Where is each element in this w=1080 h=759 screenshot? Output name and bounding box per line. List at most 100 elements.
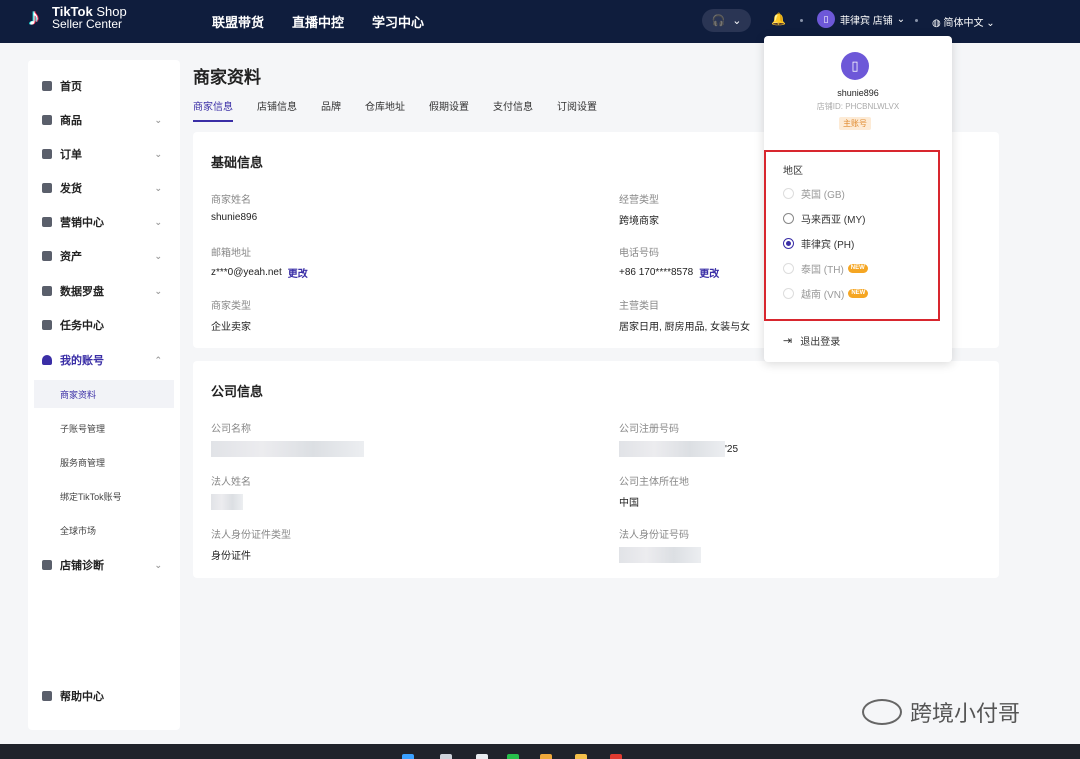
medal-icon	[42, 320, 52, 330]
field-label: 法人身份证号码	[619, 530, 689, 541]
phone-field: 电话号码 +86 170****8578 更改	[619, 244, 719, 280]
task-view-icon[interactable]	[476, 754, 488, 759]
sidebar-item-label: 帮助中心	[60, 691, 104, 703]
email-field: 邮箱地址 z***0@yeah.net 更改	[211, 244, 308, 280]
sidebar-item-data-compass[interactable]: 数据罗盘 ⌄	[28, 280, 180, 302]
sidebar-item-label: 店铺诊断	[60, 560, 104, 572]
field-label: 电话号码	[619, 248, 659, 259]
sidebar-item-home[interactable]: 首页	[28, 75, 180, 97]
tab-brand[interactable]: 品牌	[321, 98, 341, 122]
sidebar-item-marketing[interactable]: 营销中心 ⌄	[28, 211, 180, 233]
app-icon[interactable]	[540, 754, 552, 759]
basic-info-title: 基础信息	[211, 155, 264, 170]
region-label: 越南 (VN)	[801, 290, 845, 301]
tiktok-shop-logo[interactable]: ♪ ♪ ♪ TikTok Shop Seller Center	[26, 4, 127, 31]
sidebar-item-label: 订单	[60, 149, 82, 161]
region-option-my[interactable]: 马来西亚 (MY)	[783, 211, 865, 226]
tab-shop-info[interactable]: 店铺信息	[257, 98, 297, 122]
truck-icon	[42, 183, 52, 193]
tab-holiday[interactable]: 假期设置	[429, 98, 469, 122]
diagnosis-icon	[42, 560, 52, 570]
chat-app-icon[interactable]	[507, 754, 519, 759]
shop-avatar-icon: ▯	[817, 10, 835, 28]
region-option-gb[interactable]: 英国 (GB)	[783, 186, 845, 201]
region-label: 泰国 (TH)	[801, 265, 844, 276]
field-label: 公司主体所在地	[619, 477, 689, 488]
edit-email-link[interactable]: 更改	[288, 265, 308, 280]
field-label: 法人姓名	[211, 477, 251, 488]
topnav-affiliate[interactable]: 联盟带货	[212, 12, 264, 31]
sidebar-item-shop-diagnosis[interactable]: 店铺诊断 ⌄	[28, 554, 180, 576]
sidebar-item-my-account[interactable]: 我的账号 ⌃	[28, 349, 180, 371]
company-name-field: 公司名称	[211, 420, 364, 457]
field-label: 商家姓名	[211, 195, 251, 206]
region-option-ph[interactable]: 菲律宾 (PH)	[783, 236, 854, 251]
sidebar-item-label: 商品	[60, 115, 82, 127]
field-label: 经营类型	[619, 195, 659, 206]
sidebar: 首页 商品 ⌄ 订单 ⌄ 发货 ⌄ 营销中心 ⌄ 资产 ⌄ 数据罗盘 ⌄ 任务中心 我的账号…	[28, 60, 180, 730]
wechat-icon	[862, 699, 902, 725]
company-info-card: 公司信息 公司名称 公司注册号码 '25 法人姓名 公司主体所在地 中国 法人身…	[193, 361, 999, 578]
sidebar-item-label: 数据罗盘	[60, 286, 104, 298]
divider-dot	[800, 19, 803, 22]
sidebar-subitem-merchant-profile[interactable]: 商家资料	[34, 380, 174, 408]
tab-payment[interactable]: 支付信息	[493, 98, 533, 122]
tab-subscription[interactable]: 订阅设置	[557, 98, 597, 122]
sidebar-item-label: 资产	[60, 251, 82, 263]
support-button[interactable]: 🎧 ⌄	[702, 9, 751, 32]
business-type-field: 经营类型 跨境商家	[619, 191, 659, 227]
region-label: 英国 (GB)	[801, 190, 845, 201]
company-reg-number-field: 公司注册号码 '25	[619, 420, 738, 457]
app-icon[interactable]	[610, 754, 622, 759]
sidebar-subitem-bind-tiktok[interactable]: 绑定TikTok账号	[34, 482, 174, 510]
chevron-down-icon: ⌄	[896, 13, 906, 25]
shop-switcher[interactable]: ▯ 菲律宾 店铺 ⌄	[817, 10, 905, 28]
folder-icon[interactable]	[575, 754, 587, 759]
id-number-field: 法人身份证号码	[619, 526, 701, 563]
search-icon[interactable]	[440, 754, 452, 759]
sidebar-item-products[interactable]: 商品 ⌄	[28, 109, 180, 131]
region-option-th[interactable]: 泰国 (TH) NEW	[783, 261, 868, 276]
watermark: 跨境小付哥	[862, 696, 1020, 728]
tab-merchant-info[interactable]: 商家信息	[193, 98, 233, 122]
radio-icon	[783, 188, 794, 199]
popup-username: shunie896	[837, 88, 879, 98]
chevron-down-icon: ⌄	[154, 182, 162, 193]
redacted-value	[619, 547, 701, 563]
edit-phone-link[interactable]: 更改	[699, 265, 719, 280]
company-info-title: 公司信息	[211, 384, 264, 399]
chevron-down-icon: ⌄	[154, 114, 162, 125]
watermark-text: 跨境小付哥	[910, 701, 1021, 726]
sidebar-item-tasks[interactable]: 任务中心	[28, 314, 180, 336]
chevron-down-icon: ⌄	[154, 216, 162, 227]
logout-label: 退出登录	[800, 337, 841, 348]
sidebar-item-help-center[interactable]: 帮助中心	[28, 685, 180, 707]
sidebar-subitem-global-market[interactable]: 全球市场	[34, 516, 174, 544]
page-title: 商家资料	[193, 68, 261, 87]
tiktok-note-icon: ♪ ♪ ♪	[27, 4, 41, 31]
field-value: 企业卖家	[211, 322, 251, 333]
chevron-down-icon: ⌄	[154, 559, 162, 570]
topnav-live-control[interactable]: 直播中控	[292, 12, 344, 31]
redacted-value	[211, 494, 243, 510]
windows-start-icon[interactable]	[402, 754, 414, 759]
sidebar-subitem-service-providers[interactable]: 服务商管理	[34, 448, 174, 476]
taskbar	[0, 744, 1080, 759]
sidebar-item-shipping[interactable]: 发货 ⌄	[28, 177, 180, 199]
sidebar-item-assets[interactable]: 资产 ⌄	[28, 245, 180, 267]
language-switcher[interactable]: ◍ 简体中文 ⌄	[932, 14, 995, 29]
sidebar-item-orders[interactable]: 订单 ⌄	[28, 143, 180, 165]
tab-warehouse[interactable]: 仓库地址	[365, 98, 405, 122]
topnav-learning[interactable]: 学习中心	[372, 12, 424, 31]
field-value: z***0@yeah.net	[211, 267, 282, 278]
sidebar-item-label: 我的账号	[60, 355, 104, 367]
sidebar-item-label: 发货	[60, 183, 82, 195]
region-option-vn[interactable]: 越南 (VN) NEW	[783, 286, 869, 301]
field-value: 居家日用, 厨房用品, 女装与女	[619, 322, 751, 333]
divider-dot	[915, 19, 918, 22]
bell-icon[interactable]: 🔔	[771, 12, 786, 26]
sidebar-subitem-sub-accounts[interactable]: 子账号管理	[34, 414, 174, 442]
chevron-down-icon: ⌄	[986, 18, 995, 29]
logout-button[interactable]: ⇥ 退出登录	[783, 333, 840, 348]
merchant-name-field: 商家姓名 shunie896	[211, 191, 257, 223]
